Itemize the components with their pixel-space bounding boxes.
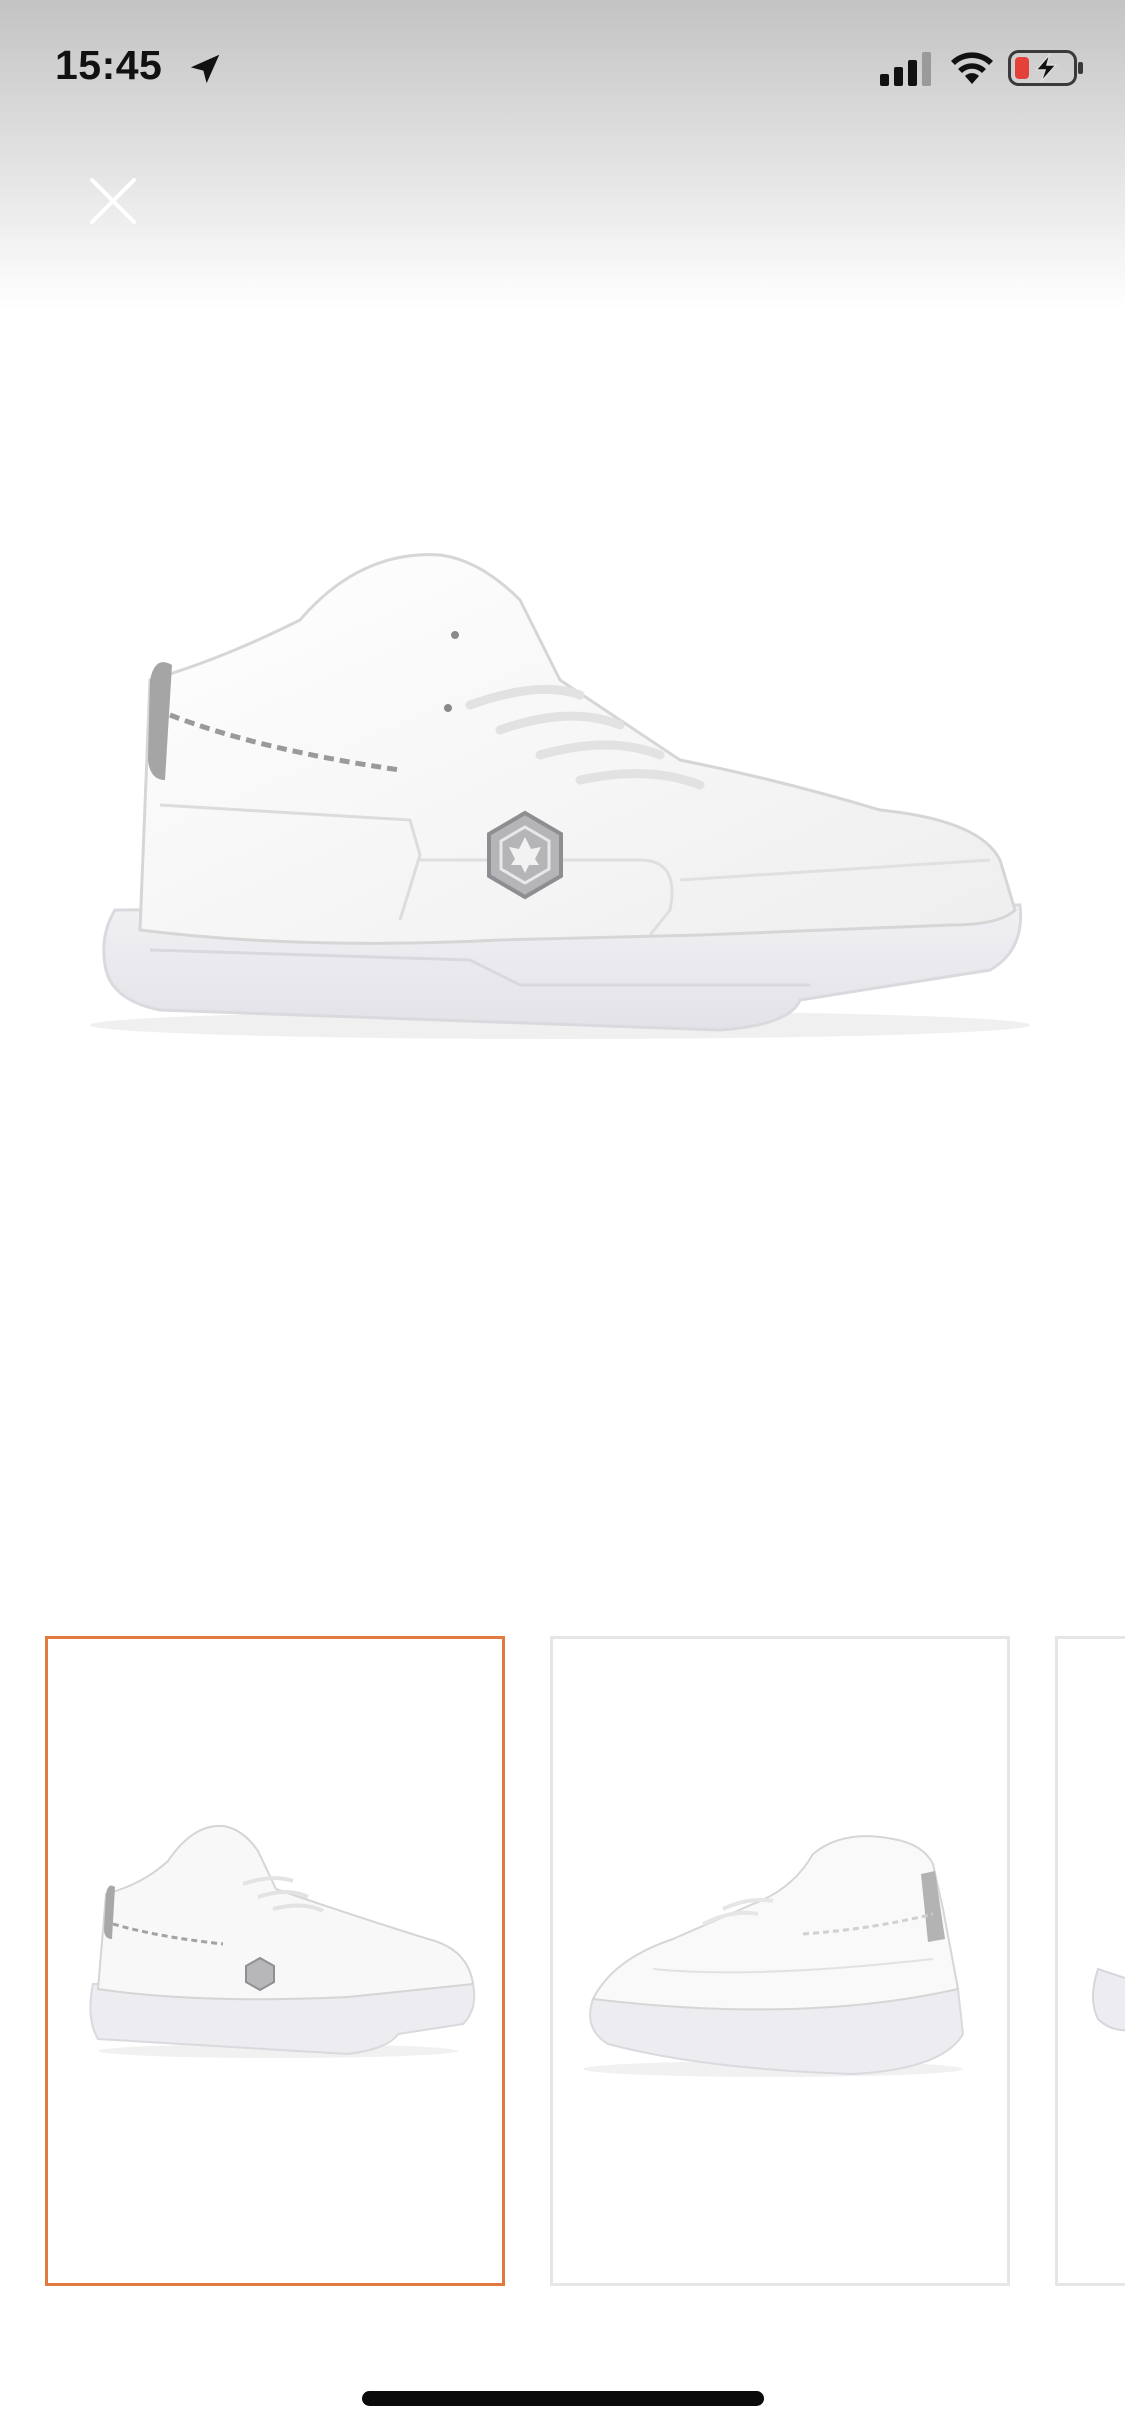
cellular-signal-icon xyxy=(880,52,931,86)
thumbnail-strip xyxy=(0,1636,1125,2291)
wifi-icon xyxy=(951,52,993,84)
thumbnail-partial-view[interactable] xyxy=(1055,1636,1125,2286)
status-bar: 15:45 xyxy=(0,0,1125,135)
thumbnail-back-angle-view[interactable] xyxy=(550,1636,1010,2286)
thumbnail-image xyxy=(1092,1967,1125,2032)
thumbnail-image xyxy=(583,1835,965,2077)
battery-charging-icon xyxy=(1008,50,1083,86)
location-arrow-icon xyxy=(190,54,220,84)
product-hero-image[interactable] xyxy=(0,480,1125,1100)
close-icon xyxy=(90,178,136,224)
close-button[interactable] xyxy=(78,166,148,236)
thumbnail-side-view[interactable] xyxy=(45,1636,505,2286)
thumbnail-image xyxy=(89,1824,476,2058)
home-indicator xyxy=(362,2391,764,2406)
status-time: 15:45 xyxy=(55,42,163,88)
